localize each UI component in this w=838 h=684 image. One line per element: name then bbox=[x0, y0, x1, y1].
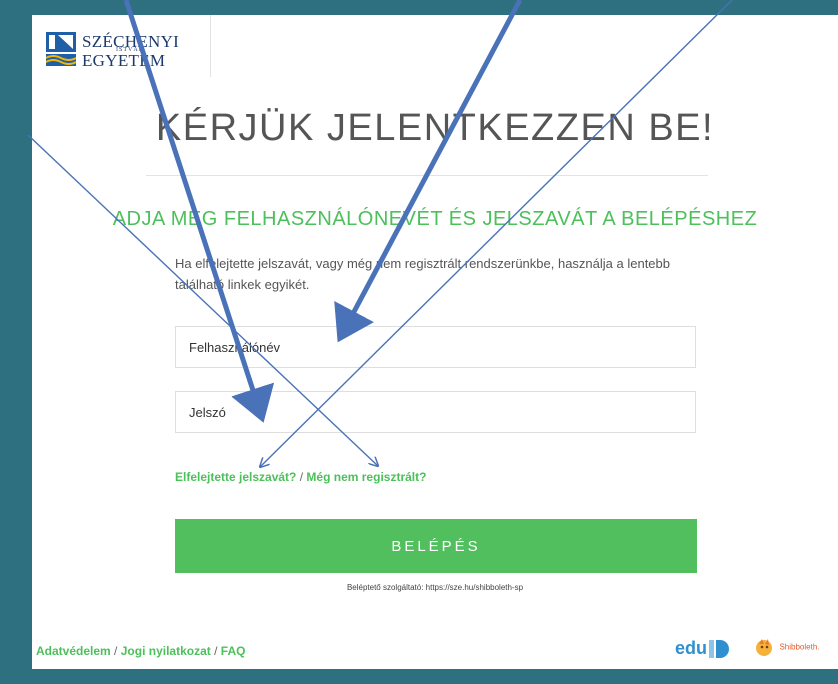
arrow-to-username-field bbox=[334, 0, 523, 343]
arrow-to-password-field bbox=[123, 0, 275, 423]
arrow-to-forgot-link bbox=[260, 0, 733, 467]
annotation-arrows bbox=[27, 0, 733, 684]
arrow-to-register-link bbox=[27, 134, 378, 466]
